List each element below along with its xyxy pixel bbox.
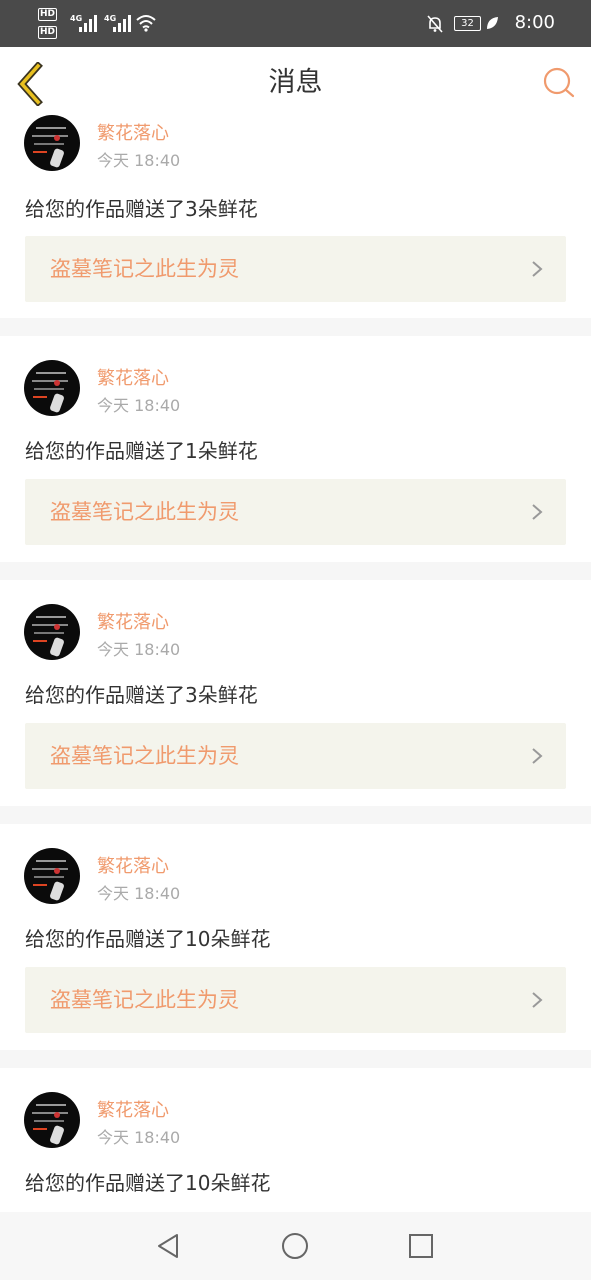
message-card: 繁花落心 今天 18:40 给您的作品赠送了3朵鲜花 盗墓笔记之此生为灵	[0, 115, 591, 318]
leaf-icon	[487, 17, 498, 29]
hd-badge-2: HD	[38, 26, 58, 39]
message-text: 给您的作品赠送了3朵鲜花	[25, 197, 258, 221]
work-link[interactable]: 盗墓笔记之此生为灵	[25, 236, 566, 302]
clock: 8:00	[514, 12, 555, 33]
signal-icon-2	[112, 14, 134, 32]
work-title: 盗墓笔记之此生为灵	[50, 500, 239, 524]
message-card: 繁花落心 今天 18:40 给您的作品赠送了3朵鲜花 盗墓笔记之此生为灵	[0, 580, 591, 806]
message-card: 繁花落心 今天 18:40 给您的作品赠送了10朵鲜花	[0, 1068, 591, 1228]
avatar[interactable]	[24, 604, 80, 660]
message-text: 给您的作品赠送了10朵鲜花	[25, 927, 271, 951]
wifi-icon	[136, 15, 156, 32]
circle-home-icon[interactable]	[279, 1230, 311, 1262]
page-title: 消息	[268, 67, 323, 98]
username[interactable]: 繁花落心	[97, 1096, 169, 1122]
avatar[interactable]	[24, 848, 80, 904]
status-bar: HD HD 4G 4G 32 8:00	[0, 0, 591, 47]
timestamp: 今天 18:40	[97, 640, 181, 659]
message-card: 繁花落心 今天 18:40 给您的作品赠送了10朵鲜花 盗墓笔记之此生为灵	[0, 824, 591, 1050]
avatar[interactable]	[24, 1092, 80, 1148]
timestamp: 今天 18:40	[97, 396, 181, 415]
avatar[interactable]	[24, 115, 80, 171]
username[interactable]: 繁花落心	[97, 364, 169, 390]
message-text: 给您的作品赠送了3朵鲜花	[25, 683, 258, 707]
app-header: 消息	[0, 47, 591, 120]
mute-bell-icon	[427, 15, 443, 33]
signal-icon-1	[78, 14, 100, 32]
message-text: 给您的作品赠送了10朵鲜花	[25, 1171, 271, 1195]
chevron-right-icon	[532, 992, 543, 1008]
work-link[interactable]: 盗墓笔记之此生为灵	[25, 479, 566, 545]
work-link[interactable]: 盗墓笔记之此生为灵	[25, 967, 566, 1033]
timestamp: 今天 18:40	[97, 151, 181, 170]
hd-badge-1: HD	[38, 8, 58, 21]
work-link[interactable]: 盗墓笔记之此生为灵	[25, 723, 566, 789]
search-icon[interactable]	[543, 67, 575, 99]
work-title: 盗墓笔记之此生为灵	[50, 257, 239, 281]
username[interactable]: 繁花落心	[97, 852, 169, 878]
square-recent-icon[interactable]	[405, 1230, 437, 1262]
chevron-right-icon	[532, 748, 543, 764]
avatar[interactable]	[24, 360, 80, 416]
chevron-right-icon	[532, 261, 543, 277]
chevron-right-icon	[532, 504, 543, 520]
timestamp: 今天 18:40	[97, 884, 181, 903]
timestamp: 今天 18:40	[97, 1128, 181, 1147]
username[interactable]: 繁花落心	[97, 608, 169, 634]
message-text: 给您的作品赠送了1朵鲜花	[25, 439, 258, 463]
message-card: 繁花落心 今天 18:40 给您的作品赠送了1朵鲜花 盗墓笔记之此生为灵	[0, 336, 591, 562]
battery-icon: 32	[454, 16, 481, 31]
work-title: 盗墓笔记之此生为灵	[50, 988, 239, 1012]
message-list[interactable]: 繁花落心 今天 18:40 给您的作品赠送了3朵鲜花 盗墓笔记之此生为灵 繁花落…	[0, 115, 591, 1246]
username[interactable]: 繁花落心	[97, 119, 169, 145]
system-nav-bar	[0, 1212, 591, 1280]
work-title: 盗墓笔记之此生为灵	[50, 744, 239, 768]
triangle-back-icon[interactable]	[153, 1230, 185, 1262]
